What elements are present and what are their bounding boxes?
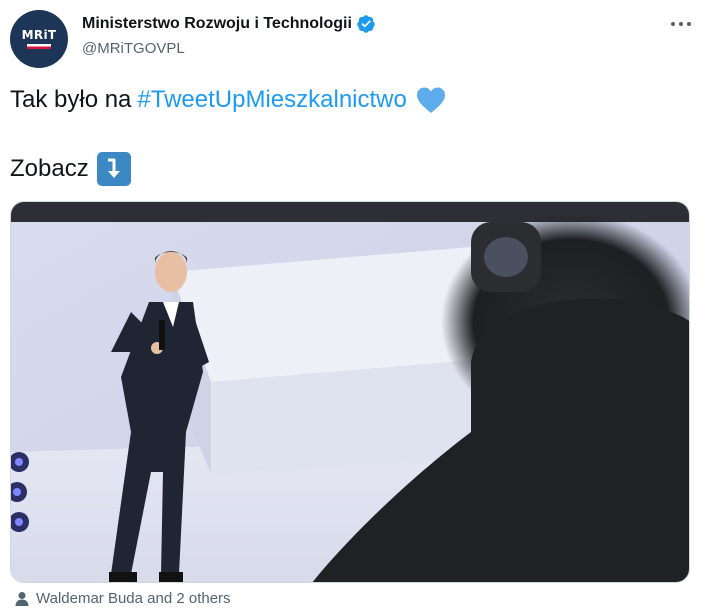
handle[interactable]: @MRiTGOVPL	[82, 40, 185, 57]
person-icon	[15, 591, 29, 606]
tagged-people[interactable]: Waldemar Buda and 2 others	[14, 590, 231, 607]
display-name[interactable]: Ministerstwo Rozwoju i Technologii	[82, 14, 376, 34]
hashtag-link[interactable]: #TweetUpMieszkalnictwo	[137, 86, 406, 114]
tweet-text-line-2: Zobacz	[10, 152, 131, 186]
avatar[interactable]: MRiT	[10, 10, 68, 68]
more-options-button[interactable]	[664, 10, 698, 38]
verified-badge-icon	[357, 15, 375, 33]
tweet-text-line-1: Tak było na #TweetUpMieszkalnictwo	[10, 86, 447, 114]
photo-speaker-on-stage	[11, 202, 689, 582]
arrow-down-right-icon	[96, 152, 131, 186]
blue-heart-icon	[416, 87, 445, 113]
more-icon	[671, 22, 691, 26]
tweet: MRiT Ministerstwo Rozwoju i Technologii …	[0, 0, 712, 616]
tweet-media-photo[interactable]	[10, 201, 690, 583]
avatar-flag-stripe	[27, 43, 51, 49]
tweet-text-see: Zobacz	[10, 155, 89, 182]
display-name-text: Ministerstwo Rozwoju i Technologii	[82, 15, 352, 32]
tagged-people-text: Waldemar Buda and 2 others	[36, 590, 231, 607]
tweet-text-prefix: Tak było na	[10, 86, 132, 113]
avatar-logo-text: MRiT	[21, 27, 57, 42]
